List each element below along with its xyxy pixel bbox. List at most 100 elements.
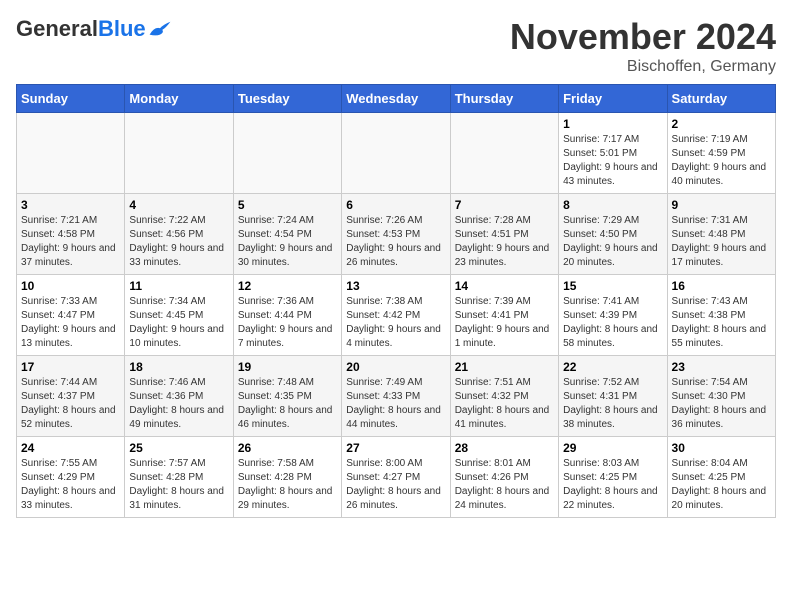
day-info: Sunrise: 8:01 AM Sunset: 4:26 PM Dayligh…	[455, 457, 554, 513]
day-info: Sunrise: 7:49 AM Sunset: 4:33 PM Dayligh…	[346, 376, 445, 432]
weekday-header: Saturday	[667, 85, 775, 113]
calendar-day-cell: 2 Sunrise: 7:19 AM Sunset: 4:59 PM Daylig…	[667, 113, 775, 194]
day-info: Sunrise: 7:26 AM Sunset: 4:53 PM Dayligh…	[346, 214, 445, 270]
day-info: Sunrise: 7:22 AM Sunset: 4:56 PM Dayligh…	[129, 214, 228, 270]
day-info: Sunrise: 7:17 AM Sunset: 5:01 PM Dayligh…	[563, 133, 662, 189]
calendar-day-cell: 4 Sunrise: 7:22 AM Sunset: 4:56 PM Daylig…	[125, 194, 233, 275]
day-number: 17	[21, 360, 120, 374]
calendar-week-row: 3Sunrise: 7:21 AM Sunset: 4:58 PM Daylig…	[17, 194, 776, 275]
day-number: 12	[238, 279, 337, 293]
calendar-day-cell: 30 Sunrise: 8:04 AM Sunset: 4:25 PM Dayli…	[667, 437, 775, 518]
calendar-day-cell	[233, 113, 341, 194]
calendar-day-cell: 21 Sunrise: 7:51 AM Sunset: 4:32 PM Dayli…	[450, 356, 558, 437]
day-info: Sunrise: 7:51 AM Sunset: 4:32 PM Dayligh…	[455, 376, 554, 432]
calendar-day-cell: 22 Sunrise: 7:52 AM Sunset: 4:31 PM Dayli…	[559, 356, 667, 437]
logo-blue: Blue	[98, 16, 146, 42]
day-number: 15	[563, 279, 662, 293]
calendar-day-cell: 19 Sunrise: 7:48 AM Sunset: 4:35 PM Dayli…	[233, 356, 341, 437]
logo-general: General	[16, 16, 98, 42]
day-number: 24	[21, 441, 120, 455]
calendar-week-row: 24 Sunrise: 7:55 AM Sunset: 4:29 PM Dayli…	[17, 437, 776, 518]
calendar-day-cell: 16 Sunrise: 7:43 AM Sunset: 4:38 PM Dayli…	[667, 275, 775, 356]
day-number: 16	[672, 279, 771, 293]
day-info: Sunrise: 7:48 AM Sunset: 4:35 PM Dayligh…	[238, 376, 337, 432]
logo-bird-icon	[148, 20, 172, 38]
day-number: 21	[455, 360, 554, 374]
logo: GeneralBlue	[16, 16, 172, 42]
calendar-day-cell: 13 Sunrise: 7:38 AM Sunset: 4:42 PM Dayli…	[342, 275, 450, 356]
weekday-header: Thursday	[450, 85, 558, 113]
calendar-day-cell: 27Sunrise: 8:00 AM Sunset: 4:27 PM Dayli…	[342, 437, 450, 518]
day-number: 26	[238, 441, 337, 455]
day-number: 2	[672, 117, 771, 131]
day-number: 25	[129, 441, 228, 455]
day-number: 7	[455, 198, 554, 212]
calendar-day-cell: 3Sunrise: 7:21 AM Sunset: 4:58 PM Daylig…	[17, 194, 125, 275]
weekday-header: Monday	[125, 85, 233, 113]
day-info: Sunrise: 7:55 AM Sunset: 4:29 PM Dayligh…	[21, 457, 120, 513]
day-number: 20	[346, 360, 445, 374]
calendar-day-cell: 12 Sunrise: 7:36 AM Sunset: 4:44 PM Dayli…	[233, 275, 341, 356]
day-number: 13	[346, 279, 445, 293]
day-info: Sunrise: 8:00 AM Sunset: 4:27 PM Dayligh…	[346, 457, 445, 513]
title-block: November 2024 Bischoffen, Germany	[510, 16, 776, 76]
calendar-day-cell: 1 Sunrise: 7:17 AM Sunset: 5:01 PM Daylig…	[559, 113, 667, 194]
weekday-header: Friday	[559, 85, 667, 113]
day-info: Sunrise: 7:28 AM Sunset: 4:51 PM Dayligh…	[455, 214, 554, 270]
calendar-day-cell: 14 Sunrise: 7:39 AM Sunset: 4:41 PM Dayli…	[450, 275, 558, 356]
calendar-day-cell: 11 Sunrise: 7:34 AM Sunset: 4:45 PM Dayli…	[125, 275, 233, 356]
day-info: Sunrise: 7:29 AM Sunset: 4:50 PM Dayligh…	[563, 214, 662, 270]
day-number: 6	[346, 198, 445, 212]
calendar-day-cell: 7 Sunrise: 7:28 AM Sunset: 4:51 PM Daylig…	[450, 194, 558, 275]
day-info: Sunrise: 7:34 AM Sunset: 4:45 PM Dayligh…	[129, 295, 228, 351]
day-number: 14	[455, 279, 554, 293]
logo-text: GeneralBlue	[16, 16, 172, 42]
day-info: Sunrise: 7:31 AM Sunset: 4:48 PM Dayligh…	[672, 214, 771, 270]
day-number: 1	[563, 117, 662, 131]
calendar-day-cell: 17Sunrise: 7:44 AM Sunset: 4:37 PM Dayli…	[17, 356, 125, 437]
calendar-day-cell: 6 Sunrise: 7:26 AM Sunset: 4:53 PM Daylig…	[342, 194, 450, 275]
day-info: Sunrise: 7:43 AM Sunset: 4:38 PM Dayligh…	[672, 295, 771, 351]
day-info: Sunrise: 7:57 AM Sunset: 4:28 PM Dayligh…	[129, 457, 228, 513]
day-info: Sunrise: 7:52 AM Sunset: 4:31 PM Dayligh…	[563, 376, 662, 432]
day-number: 23	[672, 360, 771, 374]
day-info: Sunrise: 7:41 AM Sunset: 4:39 PM Dayligh…	[563, 295, 662, 351]
weekday-header-row: SundayMondayTuesdayWednesdayThursdayFrid…	[17, 85, 776, 113]
calendar-day-cell: 26 Sunrise: 7:58 AM Sunset: 4:28 PM Dayli…	[233, 437, 341, 518]
calendar-table: SundayMondayTuesdayWednesdayThursdayFrid…	[16, 84, 776, 518]
location: Bischoffen, Germany	[510, 58, 776, 76]
calendar-day-cell	[17, 113, 125, 194]
page-header: GeneralBlue November 2024 Bischoffen, Ge…	[16, 16, 776, 76]
day-info: Sunrise: 7:36 AM Sunset: 4:44 PM Dayligh…	[238, 295, 337, 351]
calendar-day-cell	[342, 113, 450, 194]
day-info: Sunrise: 7:39 AM Sunset: 4:41 PM Dayligh…	[455, 295, 554, 351]
calendar-day-cell: 10 Sunrise: 7:33 AM Sunset: 4:47 PM Dayli…	[17, 275, 125, 356]
calendar-day-cell: 9Sunrise: 7:31 AM Sunset: 4:48 PM Daylig…	[667, 194, 775, 275]
calendar-day-cell	[450, 113, 558, 194]
day-number: 18	[129, 360, 228, 374]
month-title: November 2024	[510, 16, 776, 58]
weekday-header: Wednesday	[342, 85, 450, 113]
day-number: 30	[672, 441, 771, 455]
day-number: 5	[238, 198, 337, 212]
calendar-week-row: 1 Sunrise: 7:17 AM Sunset: 5:01 PM Daylig…	[17, 113, 776, 194]
day-info: Sunrise: 7:38 AM Sunset: 4:42 PM Dayligh…	[346, 295, 445, 351]
day-number: 4	[129, 198, 228, 212]
day-info: Sunrise: 7:19 AM Sunset: 4:59 PM Dayligh…	[672, 133, 771, 189]
day-number: 11	[129, 279, 228, 293]
calendar-day-cell: 23 Sunrise: 7:54 AM Sunset: 4:30 PM Dayli…	[667, 356, 775, 437]
calendar-day-cell: 15 Sunrise: 7:41 AM Sunset: 4:39 PM Dayli…	[559, 275, 667, 356]
day-info: Sunrise: 7:54 AM Sunset: 4:30 PM Dayligh…	[672, 376, 771, 432]
calendar-day-cell: 18 Sunrise: 7:46 AM Sunset: 4:36 PM Dayli…	[125, 356, 233, 437]
day-info: Sunrise: 7:46 AM Sunset: 4:36 PM Dayligh…	[129, 376, 228, 432]
day-info: Sunrise: 7:33 AM Sunset: 4:47 PM Dayligh…	[21, 295, 120, 351]
day-number: 3	[21, 198, 120, 212]
calendar-week-row: 17Sunrise: 7:44 AM Sunset: 4:37 PM Dayli…	[17, 356, 776, 437]
calendar-day-cell	[125, 113, 233, 194]
calendar-day-cell: 29Sunrise: 8:03 AM Sunset: 4:25 PM Dayli…	[559, 437, 667, 518]
day-info: Sunrise: 8:04 AM Sunset: 4:25 PM Dayligh…	[672, 457, 771, 513]
day-number: 22	[563, 360, 662, 374]
day-number: 10	[21, 279, 120, 293]
day-number: 19	[238, 360, 337, 374]
day-info: Sunrise: 7:58 AM Sunset: 4:28 PM Dayligh…	[238, 457, 337, 513]
